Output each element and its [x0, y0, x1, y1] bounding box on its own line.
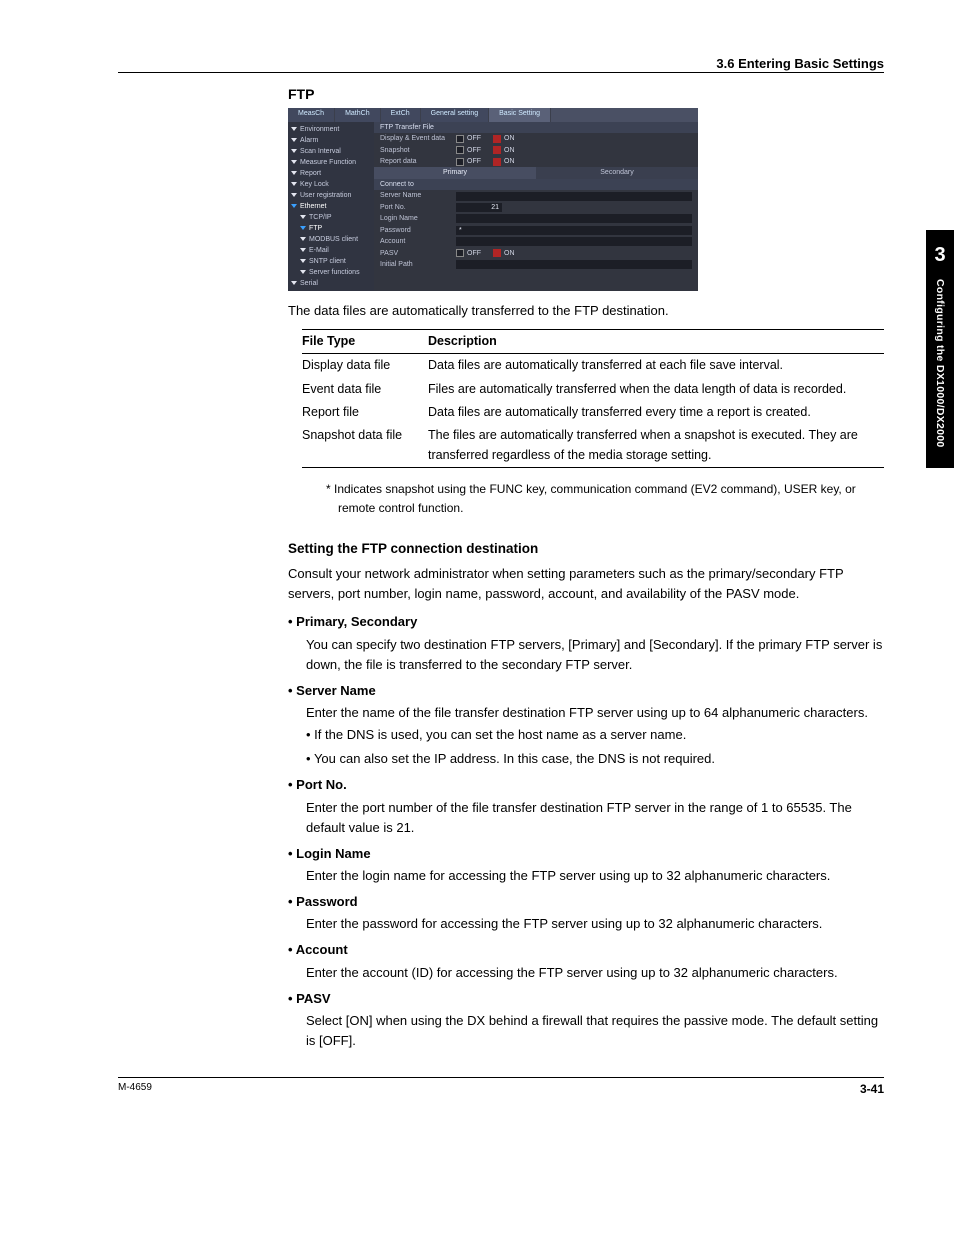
ftp-settings-screenshot: MeasCh MathCh ExtCh General setting Basi…	[288, 108, 698, 291]
page-footer: M-4659 3-41	[118, 1077, 884, 1099]
side-environment: Environment	[288, 124, 374, 135]
cell-r0c1: Data files are automatically transferred…	[428, 354, 884, 378]
row-report-data: Report dataOFFON	[374, 156, 698, 167]
row-server-name: Server Name.	[374, 190, 698, 201]
subtab-primary: Primary	[374, 167, 536, 178]
side-serial: Serial	[288, 278, 374, 289]
footer-left: M-4659	[118, 1080, 152, 1099]
side-report: Report	[288, 168, 374, 179]
section-title: FTP	[288, 84, 884, 106]
side-alarm: Alarm	[288, 135, 374, 146]
row-display-event: Display & Event dataOFFON	[374, 133, 698, 144]
tab-extch: ExtCh	[381, 108, 421, 122]
cell-r2c0: Report file	[302, 401, 428, 424]
settings-bullets: Primary, Secondary You can specify two d…	[288, 612, 884, 1051]
shot-main: FTP Transfer File Display & Event dataOF…	[374, 122, 698, 291]
chapter-number: 3	[926, 240, 954, 271]
bullet-port-no: Port No. Enter the port number of the fi…	[288, 775, 884, 837]
side-measure: Measure Function	[288, 157, 374, 168]
subsection-heading: Setting the FTP connection destination	[288, 539, 884, 560]
row-port-no: Port No.21	[374, 202, 698, 213]
side-sntp: SNTP client	[288, 256, 374, 267]
th-file-type: File Type	[302, 329, 428, 353]
shot-connect-header: Connect to	[374, 179, 698, 190]
row-snapshot: SnapshotOFFON	[374, 145, 698, 156]
sub-ip: You can also set the IP address. In this…	[306, 749, 884, 769]
table-footnote: * Indicates snapshot using the FUNC key,…	[326, 480, 884, 517]
page: 3.6 Entering Basic Settings 3 Configurin…	[0, 0, 954, 1139]
intro-paragraph: The data files are automatically transfe…	[288, 301, 884, 321]
bullet-password: Password Enter the password for accessin…	[288, 892, 884, 934]
content-area: FTP MeasCh MathCh ExtCh General setting …	[288, 84, 884, 1051]
subtab-secondary: Secondary	[536, 167, 698, 178]
side-ftp: FTP	[288, 223, 374, 234]
shot-subtabs: PrimarySecondary	[374, 167, 698, 178]
row-password: Password*	[374, 225, 698, 236]
footer-right: 3-41	[860, 1080, 884, 1099]
cell-r1c0: Event data file	[302, 378, 428, 401]
header-rule	[118, 72, 884, 73]
row-pasv: PASVOFFON	[374, 248, 698, 259]
cell-r0c0: Display data file	[302, 354, 428, 378]
th-description: Description	[428, 329, 884, 353]
side-ethernet: Ethernet	[288, 201, 374, 212]
tab-measch: MeasCh	[288, 108, 335, 122]
chapter-title: Configuring the DX1000/DX2000	[932, 279, 948, 448]
cell-r2c1: Data files are automatically transferred…	[428, 401, 884, 424]
file-type-table: File Type Description Display data fileD…	[302, 329, 884, 468]
bullet-primary-secondary: Primary, Secondary You can specify two d…	[288, 612, 884, 674]
row-account: Account.	[374, 236, 698, 247]
chapter-thumb-tab: 3 Configuring the DX1000/DX2000	[926, 230, 954, 468]
side-modbus: MODBUS client	[288, 234, 374, 245]
side-serverfn: Server functions	[288, 267, 374, 278]
server-name-subbullets: If the DNS is used, you can set the host…	[306, 725, 884, 769]
side-keylock: Key Lock	[288, 179, 374, 190]
cell-r1c1: Files are automatically transferred when…	[428, 378, 884, 401]
tab-mathch: MathCh	[335, 108, 381, 122]
shot-main-header: FTP Transfer File	[374, 122, 698, 133]
shot-sidebar: Environment Alarm Scan Interval Measure …	[288, 122, 374, 291]
row-initial-path: Initial Path.	[374, 259, 698, 270]
side-userreg: User registration	[288, 190, 374, 201]
sub-dns: If the DNS is used, you can set the host…	[306, 725, 884, 745]
side-tcpip: TCP/IP	[288, 212, 374, 223]
cell-r3c1: The files are automatically transferred …	[428, 424, 884, 467]
subsection-body: Consult your network administrator when …	[288, 564, 884, 604]
tab-basic: Basic Setting	[489, 108, 551, 122]
bullet-account: Account Enter the account (ID) for acces…	[288, 940, 884, 982]
shot-top-tabs: MeasCh MathCh ExtCh General setting Basi…	[288, 108, 698, 122]
tab-general: General setting	[421, 108, 489, 122]
bullet-login-name: Login Name Enter the login name for acce…	[288, 844, 884, 886]
bullet-pasv: PASV Select [ON] when using the DX behin…	[288, 989, 884, 1051]
row-login-name: Login Name.	[374, 213, 698, 224]
side-scan: Scan Interval	[288, 146, 374, 157]
side-email: E-Mail	[288, 245, 374, 256]
bullet-server-name: Server Name Enter the name of the file t…	[288, 681, 884, 770]
cell-r3c0: Snapshot data file	[302, 424, 428, 467]
